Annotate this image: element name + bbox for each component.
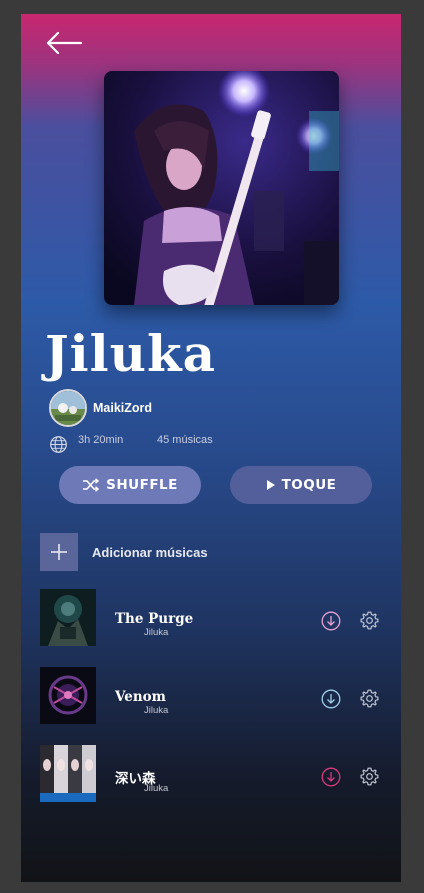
shuffle-button[interactable]: SHUFFLE — [59, 466, 201, 504]
add-songs-button[interactable] — [40, 533, 78, 571]
track-title: The Purge — [115, 611, 194, 627]
play-button-label: TOQUE — [281, 477, 337, 493]
download-icon[interactable] — [321, 689, 341, 709]
playlist-duration: 3h 20min — [78, 434, 124, 446]
globe-icon — [50, 436, 67, 453]
track-row[interactable]: 深い森 Jiluka — [40, 745, 390, 803]
owner-name[interactable]: MaikiZord — [93, 401, 152, 415]
add-songs-label[interactable]: Adicionar músicas — [92, 545, 208, 560]
track-title: Venom — [115, 689, 166, 705]
play-icon — [266, 480, 275, 490]
playlist-title: Jiluka — [45, 324, 217, 383]
track-artist: Jiluka — [144, 705, 169, 716]
download-icon[interactable] — [321, 767, 341, 787]
track-thumbnail — [40, 667, 96, 724]
playlist-cover-image — [104, 71, 339, 305]
track-row[interactable]: The Purge Jiluka — [40, 589, 390, 647]
plus-icon — [51, 544, 67, 560]
owner-avatar[interactable] — [49, 389, 87, 427]
back-arrow-icon[interactable] — [45, 30, 83, 56]
gear-icon[interactable] — [359, 766, 380, 787]
shuffle-icon — [83, 478, 100, 492]
gear-icon[interactable] — [359, 610, 380, 631]
app-frame: Jiluka MaikiZord 3h 20min 45 músicas SHU… — [21, 14, 401, 882]
track-artist: Jiluka — [144, 627, 169, 638]
track-artist: Jiluka — [144, 783, 169, 794]
shuffle-button-label: SHUFFLE — [106, 477, 178, 493]
download-icon[interactable] — [321, 611, 341, 631]
track-row[interactable]: Venom Jiluka — [40, 667, 390, 725]
play-button[interactable]: TOQUE — [230, 466, 372, 504]
track-thumbnail — [40, 589, 96, 646]
gear-icon[interactable] — [359, 688, 380, 709]
track-thumbnail — [40, 745, 96, 802]
playlist-track-count: 45 músicas — [157, 434, 213, 446]
